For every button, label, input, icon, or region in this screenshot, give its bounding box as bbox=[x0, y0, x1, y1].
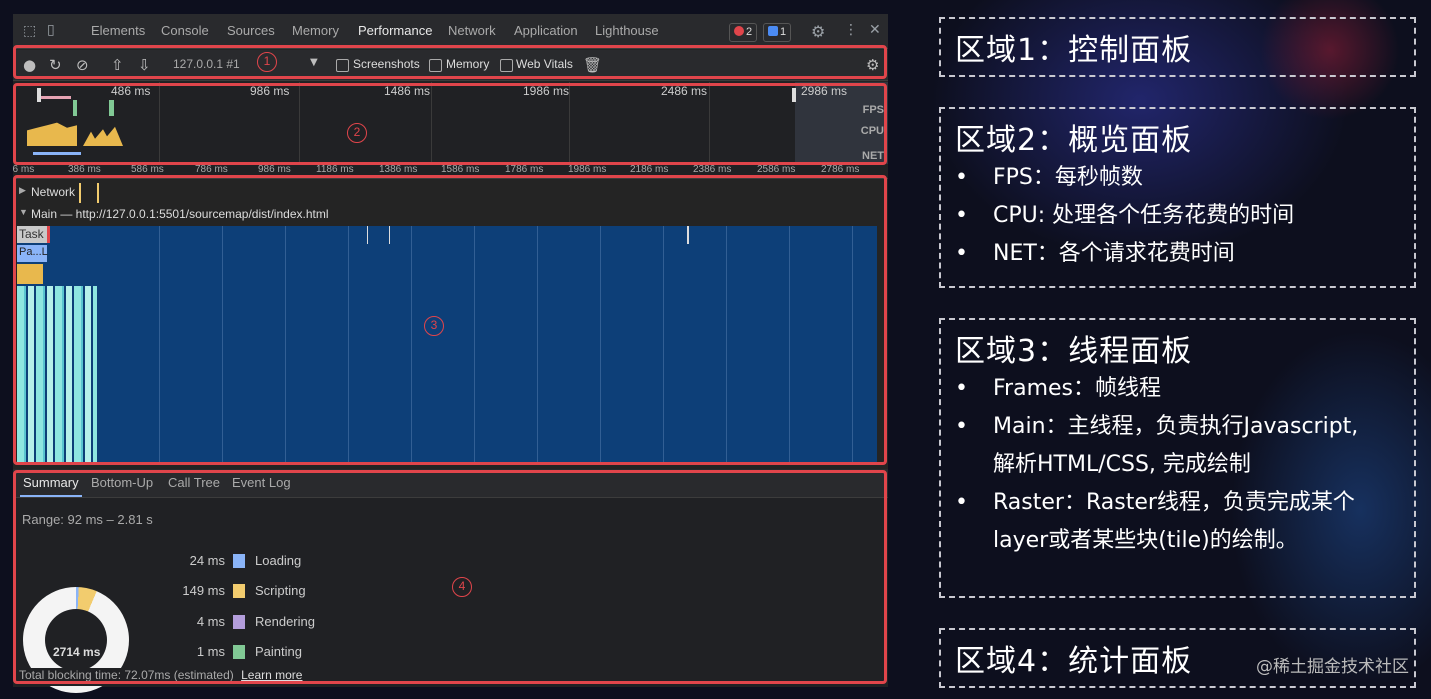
ruler-tick: 586 ms bbox=[131, 164, 164, 175]
ruler-tick: 2586 ms bbox=[757, 164, 796, 175]
device-toolbar-icon[interactable]: ▯ bbox=[47, 22, 55, 38]
ruler-tick: 386 ms bbox=[68, 164, 101, 175]
watermark: @稀土掘金技术社区 bbox=[1256, 657, 1409, 677]
list-item: CPU: 处理各个任务花费的时间 bbox=[955, 197, 1294, 235]
ruler-tick: 2186 ms bbox=[630, 164, 669, 175]
ruler-tick: 1786 ms bbox=[505, 164, 544, 175]
ruler-tick: 1986 ms bbox=[568, 164, 607, 175]
panel-3-title: 区域3：线程面板 bbox=[955, 334, 1193, 369]
devtools-tab-bar: ⬚ ▯ Elements Console Sources Memory Perf… bbox=[13, 14, 888, 49]
tab-network[interactable]: Network bbox=[448, 14, 496, 48]
panel-4-title: 区域4：统计面板 bbox=[955, 644, 1193, 679]
close-icon[interactable]: ✕ bbox=[869, 22, 881, 38]
panel-region-2: 区域2：概览面板 FPS：每秒帧数 CPU: 处理各个任务花费的时间 NET：各… bbox=[939, 107, 1416, 288]
panel-1-title: 区域1：控制面板 bbox=[955, 33, 1193, 68]
more-options-icon[interactable]: ⋮ bbox=[844, 22, 858, 38]
message-badge[interactable]: 1 bbox=[763, 23, 792, 42]
region-2-number: 2 bbox=[347, 123, 367, 143]
panel-region-3: 区域3：线程面板 Frames：帧线程 Main：主线程，负责执行Javascr… bbox=[939, 318, 1416, 598]
tab-application[interactable]: Application bbox=[514, 14, 578, 48]
error-icon bbox=[734, 26, 744, 36]
ruler-tick: 986 ms bbox=[258, 164, 291, 175]
panel-3-list: Frames：帧线程 Main：主线程，负责执行Javascript, 解析HT… bbox=[955, 370, 1385, 560]
region-4-highlight bbox=[13, 470, 887, 684]
tab-memory[interactable]: Memory bbox=[292, 14, 339, 48]
ruler-tick: 786 ms bbox=[195, 164, 228, 175]
ruler-tick: 1186 ms bbox=[316, 164, 354, 175]
list-item: Frames：帧线程 bbox=[955, 370, 1385, 408]
region-3-highlight bbox=[13, 175, 887, 465]
ruler-tick: 2786 ms bbox=[821, 164, 860, 175]
region-1-number: 1 bbox=[257, 52, 277, 72]
region-4-number: 4 bbox=[452, 577, 472, 597]
ruler-tick: 1386 ms bbox=[379, 164, 418, 175]
settings-gear-icon[interactable]: ⚙ bbox=[811, 22, 825, 41]
tab-performance[interactable]: Performance bbox=[351, 14, 439, 48]
list-item: FPS：每秒帧数 bbox=[955, 159, 1294, 197]
region-3-number: 3 bbox=[424, 316, 444, 336]
ruler-tick: 36 ms bbox=[13, 164, 35, 175]
message-icon bbox=[768, 26, 778, 36]
region-1-highlight bbox=[13, 45, 887, 79]
list-item: Raster：Raster线程，负责完成某个layer或者某些块(tile)的绘… bbox=[955, 484, 1385, 560]
panel-2-list: FPS：每秒帧数 CPU: 处理各个任务花费的时间 NET：各个请求花费时间 bbox=[955, 159, 1294, 273]
ruler-tick: 2386 ms bbox=[693, 164, 732, 175]
panel-2-title: 区域2：概览面板 bbox=[955, 123, 1193, 158]
list-item: Main：主线程，负责执行Javascript, 解析HTML/CSS, 完成绘… bbox=[955, 408, 1385, 484]
tab-lighthouse[interactable]: Lighthouse bbox=[595, 14, 659, 48]
panel-region-1: 区域1：控制面板 bbox=[939, 17, 1416, 77]
list-item: NET：各个请求花费时间 bbox=[955, 235, 1294, 273]
tab-console[interactable]: Console bbox=[161, 14, 209, 48]
tab-sources[interactable]: Sources bbox=[227, 14, 275, 48]
tab-elements[interactable]: Elements bbox=[91, 14, 145, 48]
region-2-highlight bbox=[13, 83, 887, 165]
error-badge[interactable]: 2 bbox=[729, 23, 758, 42]
ruler-tick: 1586 ms bbox=[441, 164, 480, 175]
inspect-element-icon[interactable]: ⬚ bbox=[23, 23, 36, 39]
